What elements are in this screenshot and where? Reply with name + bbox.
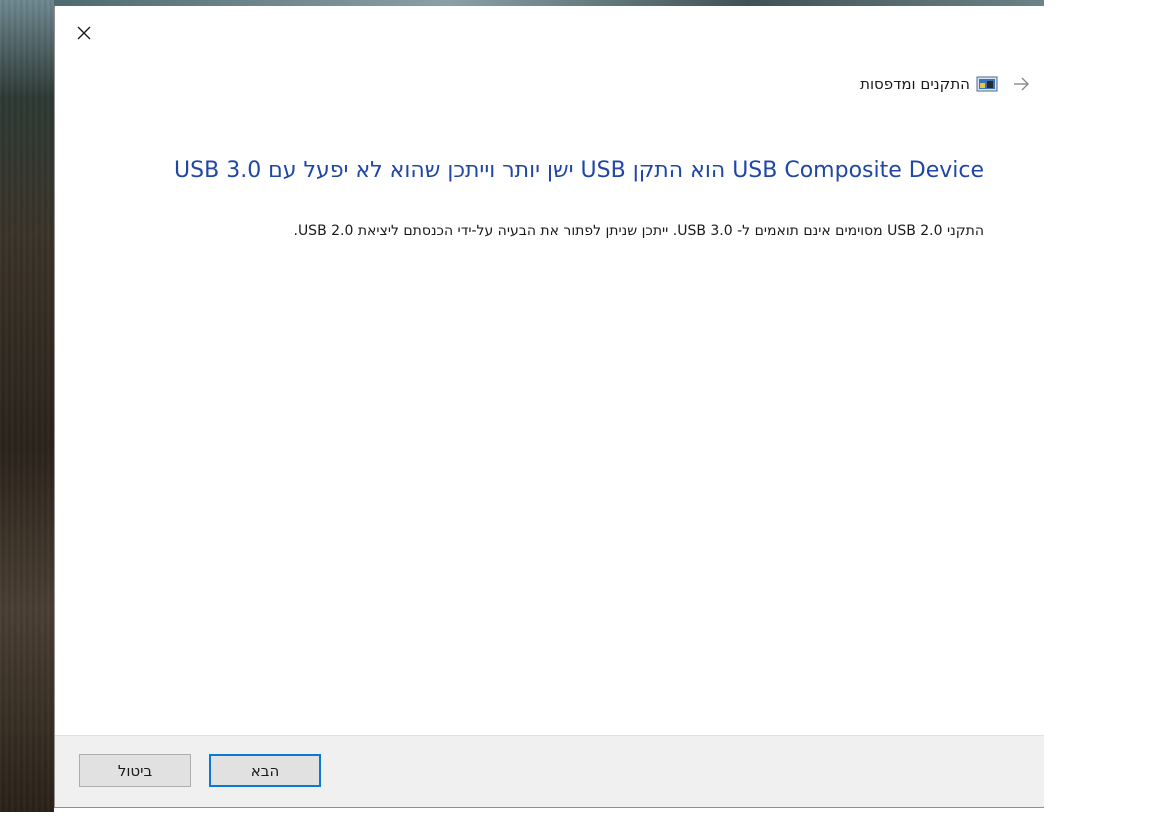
dialog-footer: הבא ביטול [55, 735, 1044, 807]
devices-printers-icon [976, 76, 998, 92]
close-button[interactable] [67, 18, 101, 48]
problem-heading: USB Composite Device הוא התקן USB ישן יו… [174, 158, 984, 183]
problem-description: התקני USB 2.0 מסוימים אינם תואמים ל- USB… [293, 223, 984, 239]
breadcrumb: התקנים ומדפסות [860, 72, 1036, 96]
back-arrow-icon [1014, 77, 1029, 91]
back-button[interactable] [1006, 72, 1036, 96]
main-content: USB Composite Device הוא התקן USB ישן יו… [124, 154, 984, 242]
troubleshooter-dialog: התקנים ומדפסות USB Composite Device הוא … [54, 6, 1044, 808]
desktop-background [0, 0, 54, 812]
breadcrumb-label[interactable]: התקנים ומדפסות [860, 75, 970, 93]
close-icon [77, 26, 91, 40]
next-button[interactable]: הבא [209, 754, 321, 787]
blank-margin [1044, 0, 1170, 827]
cancel-button[interactable]: ביטול [79, 754, 191, 787]
